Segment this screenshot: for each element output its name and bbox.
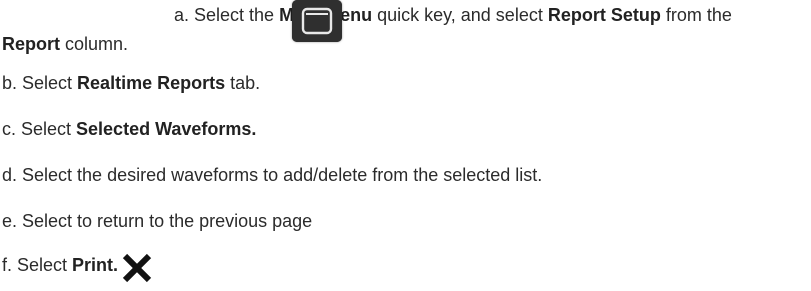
close-icon: [119, 250, 155, 286]
step-c: c. Select Selected Waveforms.: [2, 118, 256, 140]
step-a-line2: Report column.: [2, 33, 128, 55]
step-a-line1: a. Select the Main Menu quick key, and s…: [174, 4, 732, 26]
step-f-prefix: f. Select: [2, 255, 73, 275]
step-f-print: Print.: [72, 255, 119, 275]
step-e-text: e. Select to return to the previous page: [2, 211, 313, 231]
step-b-realtime-reports: Realtime Reports: [77, 73, 226, 93]
step-a-mid: quick key, and select: [372, 5, 548, 25]
step-a-line2-suffix: column.: [60, 34, 129, 54]
step-b-suffix: tab.: [225, 73, 261, 93]
step-a-suffix: from the: [660, 5, 732, 25]
step-f: f. Select Print.: [2, 254, 118, 276]
step-c-prefix: c. Select: [2, 119, 77, 139]
main-menu-quick-key-icon: [292, 0, 342, 42]
step-e: e. Select to return to the previous page: [2, 210, 312, 232]
step-b-prefix: b. Select: [2, 73, 78, 93]
step-d: d. Select the desired waveforms to add/d…: [2, 164, 542, 186]
step-a-prefix: a. Select the: [174, 5, 280, 25]
step-a-report-column: Report: [2, 34, 60, 54]
step-a-report-setup: Report Setup: [547, 5, 661, 25]
step-d-text: d. Select the desired waveforms to add/d…: [2, 165, 543, 185]
step-b: b. Select Realtime Reports tab.: [2, 72, 260, 94]
step-c-selected-waveforms: Selected Waveforms.: [76, 119, 257, 139]
